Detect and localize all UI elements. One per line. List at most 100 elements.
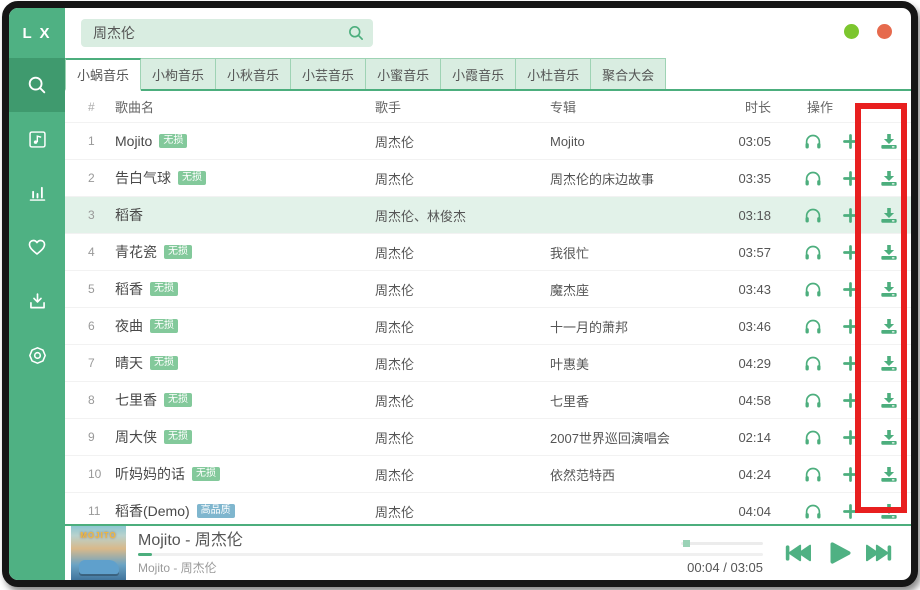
download-button[interactable] [879,132,898,151]
tab-小蜜音乐[interactable]: 小蜜音乐 [366,58,441,89]
row-number: 1 [88,134,115,148]
download-button[interactable] [879,391,898,410]
progress-bar[interactable] [138,553,763,556]
minimize-button[interactable] [844,24,859,39]
add-button[interactable] [841,243,860,262]
app-window: L X [2,1,918,587]
quality-badge: 无损 [192,467,220,481]
heart-icon [26,236,48,258]
title-bar: L X [9,8,911,58]
download-button[interactable] [879,317,898,336]
next-button[interactable] [866,542,893,564]
table-row[interactable]: 3 稻香 周杰伦、林俊杰 03:18 [65,197,911,234]
table-row[interactable]: 7 晴天 无损 周杰伦 叶惠美 04:29 [65,345,911,382]
header-album: 专辑 [550,97,725,116]
search-input[interactable] [91,24,347,42]
add-button[interactable] [841,169,860,188]
add-button[interactable] [841,317,860,336]
download-button[interactable] [879,206,898,225]
album-cell: 我很忙 [550,243,725,262]
tab-小霞音乐[interactable]: 小霞音乐 [441,58,516,89]
duration-cell: 04:04 [725,504,771,519]
sidebar-item-search[interactable] [9,58,65,112]
sidebar-item-download[interactable] [9,274,65,328]
tab-小秋音乐[interactable]: 小秋音乐 [216,58,291,89]
artist-cell: 周杰伦 [375,502,550,521]
play-button[interactable] [823,538,853,568]
album-art[interactable]: MOJITO [71,526,126,580]
tab-小蜗音乐[interactable]: 小蜗音乐 [65,58,141,91]
table-row[interactable]: 1 Mojito 无损 周杰伦 Mojito 03:05 [65,123,911,160]
previous-button[interactable] [784,542,811,564]
listen-button[interactable] [803,243,822,262]
add-button[interactable] [841,132,860,151]
table-row[interactable]: 10 听妈妈的话 无损 周杰伦 依然范特西 04:24 [65,456,911,493]
settings-icon [27,345,48,366]
artist-cell: 周杰伦 [375,169,550,188]
download-button[interactable] [879,280,898,299]
song-title: 听妈妈的话 [115,464,185,484]
add-button[interactable] [841,206,860,225]
table-row[interactable]: 6 夜曲 无损 周杰伦 十一月的萧邦 03:46 [65,308,911,345]
table-row[interactable]: 4 青花瓷 无损 周杰伦 我很忙 03:57 [65,234,911,271]
sidebar [9,58,65,580]
album-cell: 十一月的萧邦 [550,317,725,336]
listen-button[interactable] [803,280,822,299]
listen-button[interactable] [803,428,822,447]
close-button[interactable] [877,24,892,39]
add-button[interactable] [841,391,860,410]
listen-button[interactable] [803,391,822,410]
tab-聚合大会[interactable]: 聚合大会 [591,58,666,89]
duration-cell: 04:58 [725,393,771,408]
song-title: 晴天 [115,353,143,373]
quality-badge: 无损 [150,282,178,296]
sidebar-item-leaderboard[interactable] [9,166,65,220]
volume-slider[interactable] [681,542,763,545]
table-row[interactable]: 5 稻香 无损 周杰伦 魔杰座 03:43 [65,271,911,308]
listen-button[interactable] [803,354,822,373]
add-button[interactable] [841,465,860,484]
add-button[interactable] [841,354,860,373]
tab-小枸音乐[interactable]: 小枸音乐 [141,58,216,89]
search-bar[interactable] [81,19,373,47]
row-number: 6 [88,319,115,333]
download-button[interactable] [879,354,898,373]
download-button[interactable] [879,243,898,262]
table-row[interactable]: 8 七里香 无损 周杰伦 七里香 04:58 [65,382,911,419]
quality-badge: 无损 [164,430,192,444]
table-row[interactable]: 11 稻香(Demo) 高品质 周杰伦 04:04 [65,493,911,524]
listen-button[interactable] [803,465,822,484]
download-button[interactable] [879,465,898,484]
table-row[interactable]: 2 告白气球 无损 周杰伦 周杰伦的床边故事 03:35 [65,160,911,197]
add-button[interactable] [841,280,860,299]
artist-cell: 周杰伦 [375,280,550,299]
listen-button[interactable] [803,317,822,336]
row-number: 7 [88,356,115,370]
header-artist: 歌手 [375,97,550,116]
artist-cell: 周杰伦、林俊杰 [375,206,550,225]
listen-button[interactable] [803,132,822,151]
duration-cell: 04:24 [725,467,771,482]
listen-button[interactable] [803,502,822,521]
add-button[interactable] [841,428,860,447]
sidebar-item-songlist[interactable] [9,112,65,166]
download-button[interactable] [879,169,898,188]
download-button[interactable] [879,428,898,447]
duration-cell: 03:57 [725,245,771,260]
tab-小杜音乐[interactable]: 小杜音乐 [516,58,591,89]
time-display: 00:04 / 03:05 [687,560,763,575]
download-button[interactable] [879,502,898,521]
duration-cell: 03:18 [725,208,771,223]
row-number: 11 [88,504,115,518]
listen-button[interactable] [803,169,822,188]
song-title: Mojito [115,133,152,149]
sidebar-item-favorites[interactable] [9,220,65,274]
listen-button[interactable] [803,206,822,225]
search-icon[interactable] [347,24,365,42]
volume-handle[interactable] [683,540,690,547]
sidebar-item-settings[interactable] [9,328,65,382]
tab-小芸音乐[interactable]: 小芸音乐 [291,58,366,89]
header-name: 歌曲名 [115,97,375,116]
add-button[interactable] [841,502,860,521]
table-row[interactable]: 9 周大侠 无损 周杰伦 2007世界巡回演唱会 02:14 [65,419,911,456]
